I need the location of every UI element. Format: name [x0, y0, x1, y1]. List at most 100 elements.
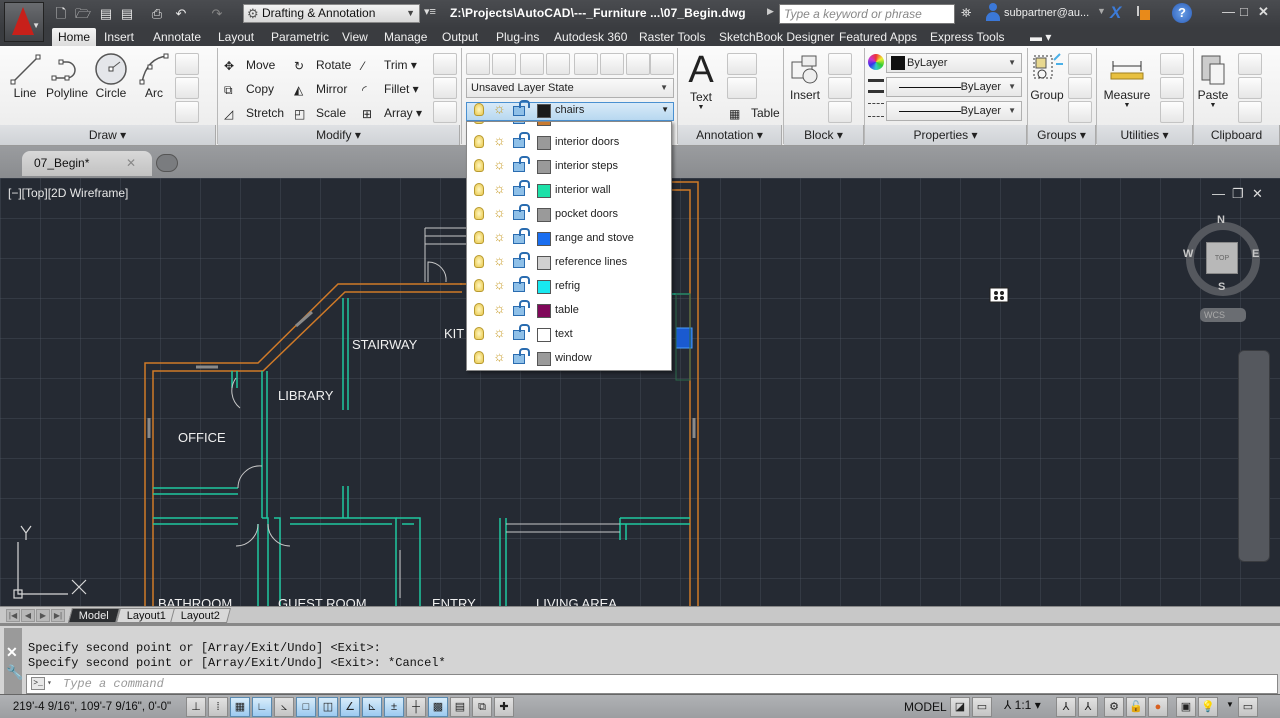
tab-view[interactable]: View — [336, 28, 374, 46]
transparency-icon[interactable]: ▩ — [428, 697, 448, 717]
tab-model[interactable]: Model — [67, 608, 120, 623]
fillet-button[interactable]: ◜ Fillet ▾ — [362, 79, 419, 99]
workspace-switching-icon[interactable]: ⚙ — [1104, 697, 1124, 717]
layer-on-icon[interactable] — [474, 159, 484, 172]
minimize-icon[interactable]: — — [1222, 4, 1235, 19]
model-space-toggle[interactable]: MODEL — [904, 697, 947, 717]
layer-item[interactable]: ☼ — [467, 122, 671, 132]
layer-thaw-icon[interactable]: ☼ — [493, 300, 506, 316]
layer-unlock-icon[interactable] — [513, 300, 530, 316]
clean-screen-icon[interactable]: ▭ — [1238, 697, 1258, 717]
match-properties-icon[interactable] — [1238, 101, 1262, 123]
layer-properties-icon[interactable] — [466, 53, 490, 75]
quick-select-icon[interactable] — [1160, 53, 1184, 75]
polar-tracking-icon[interactable]: ⦣ — [274, 697, 294, 717]
new-icon[interactable]: 🗋 — [52, 5, 70, 22]
layer-on-icon[interactable] — [474, 279, 484, 292]
layer-thaw-icon[interactable]: ☼ — [493, 252, 506, 268]
trim-button[interactable]: ⁄ Trim ▾ — [362, 55, 417, 75]
ungroup-icon[interactable] — [1068, 53, 1092, 75]
make-current-icon[interactable] — [520, 53, 544, 75]
prev-layout-icon[interactable]: ◀ — [21, 609, 35, 622]
layer-item[interactable]: ☼ range and stove — [467, 228, 671, 252]
tab-featured-apps[interactable]: Featured Apps — [833, 28, 923, 46]
3d-object-snap-icon[interactable]: ◫ — [318, 697, 338, 717]
table-button[interactable]: ▦ Table — [729, 103, 780, 123]
last-layout-icon[interactable]: ▶| — [51, 609, 65, 622]
layer-unlock-icon[interactable] — [513, 204, 530, 220]
quick-properties-icon[interactable]: ▤ — [450, 697, 470, 717]
expand-search-icon[interactable]: ▶ — [767, 6, 774, 17]
edit-attributes-icon[interactable] — [828, 101, 852, 123]
viewcube-top-face[interactable]: TOP — [1206, 242, 1238, 274]
layer-on-icon[interactable] — [474, 183, 484, 196]
paste-button[interactable]: Paste ▼ — [1196, 52, 1230, 109]
dynamic-ucs-icon[interactable]: ⊾ — [362, 697, 382, 717]
compass-n[interactable]: N — [1217, 214, 1225, 226]
polyline-button[interactable]: Polyline — [46, 52, 88, 100]
layer-previous-icon[interactable] — [574, 53, 598, 75]
copy-clip-icon[interactable] — [1238, 77, 1262, 99]
mirror-button[interactable]: ◭ Mirror — [294, 79, 347, 99]
compass-e[interactable]: E — [1252, 248, 1259, 260]
group-selection-icon[interactable] — [1068, 101, 1092, 123]
ortho-mode-icon[interactable]: ∟ — [252, 697, 272, 717]
annotation-panel-title[interactable]: Annotation ▾ — [678, 125, 782, 145]
create-block-icon[interactable] — [828, 53, 852, 75]
object-snap-icon[interactable]: □ — [296, 697, 316, 717]
application-status-menu-icon[interactable]: ▼ — [1226, 700, 1234, 709]
help-icon[interactable]: ? — [1172, 3, 1192, 23]
layer-item[interactable]: ☼ refrig — [467, 276, 671, 300]
user-name[interactable]: subpartner@au... — [1004, 7, 1089, 19]
stretch-button[interactable]: ◿ Stretch — [224, 103, 284, 123]
layer-thaw-icon[interactable]: ☼ — [493, 180, 506, 196]
explode-icon[interactable] — [433, 77, 457, 99]
stay-connected-icon[interactable] — [1134, 4, 1152, 22]
tab-output[interactable]: Output — [436, 28, 484, 46]
save-as-icon[interactable]: ▤ — [118, 5, 136, 22]
grid-display-icon[interactable]: ▦ — [230, 697, 250, 717]
layer-state-dropdown[interactable]: Unsaved Layer State ▼ — [466, 78, 674, 98]
tab-plugins[interactable]: Plug-ins — [490, 28, 545, 46]
tab-layout[interactable]: Layout — [212, 28, 260, 46]
hatch-icon[interactable] — [175, 77, 199, 99]
dimension-icon[interactable] — [727, 53, 757, 75]
text-button[interactable]: A Text ▼ — [684, 50, 718, 111]
layer-on-icon[interactable] — [474, 327, 484, 340]
layer-thaw-icon[interactable]: ☼ — [493, 324, 506, 340]
lineweight-toggle-icon[interactable]: ┼ — [406, 697, 426, 717]
layer-unlock-icon[interactable] — [513, 156, 530, 172]
tab-layout2[interactable]: Layout2 — [169, 608, 232, 623]
group-edit-icon[interactable] — [1068, 77, 1092, 99]
wrench-icon[interactable]: 🔧 — [6, 664, 23, 681]
layer-on-icon[interactable] — [474, 351, 484, 364]
workspace-dropdown[interactable]: ⚙ Drafting & Annotation ▼ — [243, 4, 420, 23]
layer-item[interactable]: ☼ interior steps — [467, 156, 671, 180]
new-tab-button[interactable] — [156, 154, 178, 172]
layer-dropdown[interactable]: ☼ chairs ▼ — [466, 100, 674, 121]
leader-icon[interactable] — [727, 77, 757, 99]
coordinates-readout[interactable]: 219'-4 9/16", 109'-7 9/16", 0'-0" — [4, 697, 180, 717]
tab-parametric[interactable]: Parametric — [265, 28, 335, 46]
arc-button[interactable]: Arc — [136, 52, 172, 100]
layer-off-icon[interactable] — [650, 53, 674, 75]
redo-icon[interactable]: ↷ — [208, 5, 226, 22]
layer-item[interactable]: ☼ table — [467, 300, 671, 324]
compass-s[interactable]: S — [1218, 281, 1225, 293]
block-panel-title[interactable]: Block ▾ — [784, 125, 864, 145]
rotate-button[interactable]: ↻ Rotate — [294, 55, 351, 75]
restore-icon[interactable]: □ — [1240, 4, 1248, 19]
array-button[interactable]: ⊞ Array ▾ — [362, 103, 422, 123]
exchange-apps-icon[interactable]: X — [1110, 3, 1121, 23]
layer-unlock-icon[interactable] — [513, 276, 530, 292]
layer-unlock-icon[interactable] — [513, 252, 530, 268]
tab-express-tools[interactable]: Express Tools — [924, 28, 1010, 46]
next-layout-icon[interactable]: ▶ — [36, 609, 50, 622]
utilities-panel-title[interactable]: Utilities ▾ — [1097, 125, 1193, 145]
undo-icon[interactable]: ↶ — [172, 5, 190, 22]
tab-autodesk-360[interactable]: Autodesk 360 — [548, 28, 633, 46]
layer-item[interactable]: ☼ reference lines — [467, 252, 671, 276]
toolbar-lock-icon[interactable]: 🔓 — [1126, 697, 1146, 717]
layer-on-icon[interactable] — [474, 303, 484, 316]
annotation-monitor-icon[interactable]: ✚ — [494, 697, 514, 717]
